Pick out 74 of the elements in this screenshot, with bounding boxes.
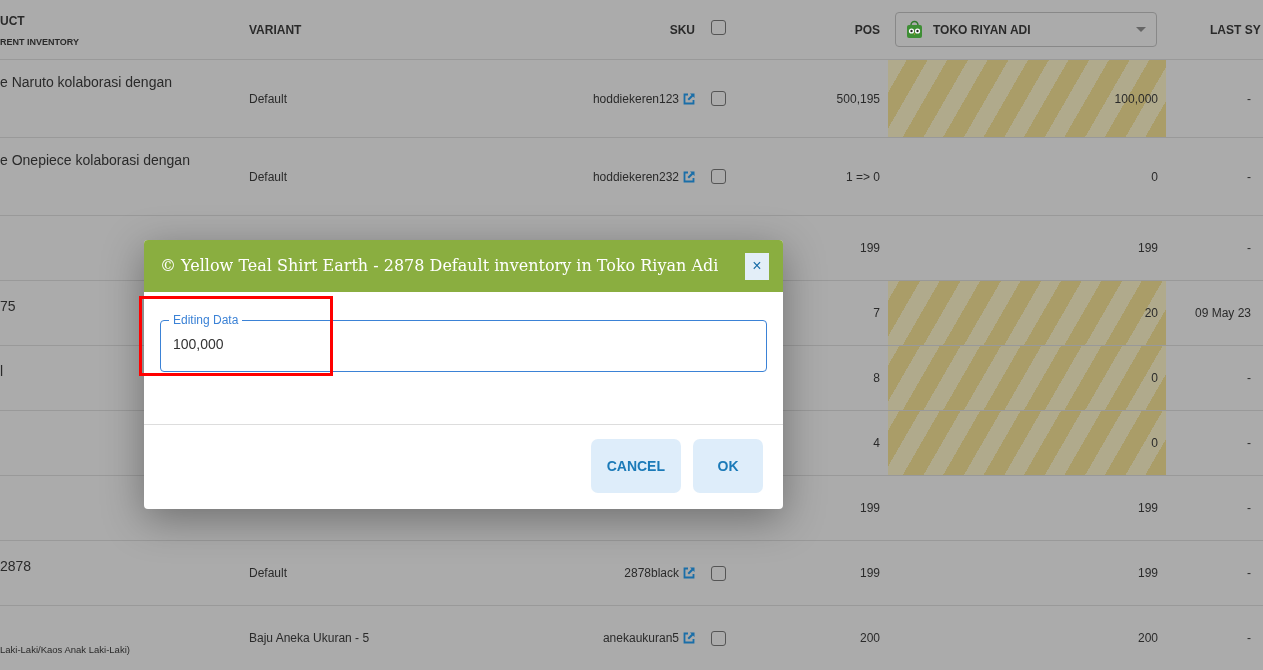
last-sync-text: - bbox=[1247, 630, 1251, 647]
field-label: Editing Data bbox=[172, 314, 240, 326]
close-button[interactable]: × bbox=[745, 252, 769, 280]
last-sync-text: - bbox=[1247, 168, 1251, 186]
store-stock: 20 bbox=[1144, 305, 1158, 322]
last-sync-text: - bbox=[1247, 370, 1251, 387]
last-sync-text: - bbox=[1247, 240, 1251, 257]
cancel-button[interactable]: CANCEL bbox=[590, 439, 681, 493]
store-stock: 0 bbox=[1151, 435, 1158, 452]
ok-button[interactable]: OK bbox=[693, 439, 763, 493]
variant-name: Default bbox=[249, 565, 288, 582]
input-field[interactable]: Editing Data 100,000 bbox=[160, 314, 767, 372]
shopping-bag-icon bbox=[906, 20, 923, 39]
highlighted-stock-cell[interactable]: 0 bbox=[888, 346, 1166, 411]
product-name: 75 bbox=[0, 297, 16, 316]
highlighted-stock-cell[interactable]: 100,000 bbox=[888, 60, 1166, 138]
external-link-icon[interactable] bbox=[683, 92, 695, 105]
pos-stock: 199 bbox=[859, 565, 880, 582]
store-stock: 199 bbox=[1137, 565, 1158, 582]
variant-name: Baju Aneka Ukuran - 5 bbox=[249, 630, 370, 647]
stock-cell[interactable]: 200 bbox=[888, 606, 1166, 670]
store-stock: 0 bbox=[1151, 370, 1158, 387]
checkbox[interactable] bbox=[711, 91, 726, 106]
product-name: e Onepiece kolaborasi dengan bbox=[0, 151, 190, 170]
value-input[interactable]: 100,000 bbox=[173, 326, 754, 363]
store-stock: 199 bbox=[1137, 500, 1158, 517]
pos-stock: 8 bbox=[873, 370, 880, 387]
variant-name: Default bbox=[249, 90, 288, 108]
product-name: l bbox=[0, 362, 4, 381]
sku-text: hoddiekeren232 bbox=[592, 168, 679, 186]
pos-stock: 500,195 bbox=[836, 90, 880, 108]
pos-stock: 1 => 0 bbox=[845, 168, 880, 186]
store-stock: 199 bbox=[1137, 240, 1158, 257]
last-sync-text: - bbox=[1247, 565, 1251, 582]
column-header: SKU bbox=[669, 21, 695, 39]
highlighted-stock-cell[interactable]: 0 bbox=[888, 411, 1166, 476]
external-link-icon[interactable] bbox=[683, 170, 695, 183]
pos-stock: 199 bbox=[859, 500, 880, 517]
checkbox[interactable] bbox=[711, 565, 726, 581]
last-sync-text: - bbox=[1247, 90, 1251, 108]
store-stock: 200 bbox=[1137, 630, 1158, 647]
product-name: e Naruto kolaborasi dengan bbox=[0, 73, 172, 92]
checkbox[interactable] bbox=[711, 169, 726, 184]
sku-text: 2878black bbox=[624, 565, 679, 582]
variant-name: Default bbox=[249, 168, 288, 186]
external-link-icon[interactable] bbox=[683, 632, 695, 644]
store-stock: 100,000 bbox=[1114, 90, 1158, 108]
checkbox[interactable] bbox=[711, 20, 726, 35]
caret-icon bbox=[1136, 27, 1146, 32]
pos-stock: 7 bbox=[873, 305, 880, 322]
column-subheader: RENT INVENTORY bbox=[0, 36, 79, 49]
stock-cell[interactable]: 199 bbox=[888, 541, 1166, 606]
last-sync-text: 09 May 23 bbox=[1194, 305, 1251, 322]
store-stock: 0 bbox=[1151, 168, 1158, 186]
dialog-title: © Yellow Teal Shirt Earth - 2878 Default inventory in Toko Riyan Adi bbox=[160, 255, 719, 277]
column-header: UCT bbox=[0, 13, 25, 30]
pos-stock: 200 bbox=[859, 630, 880, 647]
pos-stock: 4 bbox=[873, 435, 880, 452]
last-sync-text: - bbox=[1247, 500, 1251, 517]
column-header: LAST SY bbox=[1210, 21, 1261, 39]
sku-text: hoddiekeren123 bbox=[592, 90, 679, 108]
last-sync-text: - bbox=[1247, 435, 1251, 452]
pos-stock: 199 bbox=[859, 240, 880, 257]
external-link-icon[interactable] bbox=[683, 567, 695, 579]
store-dropdown[interactable]: TOKO RIYAN ADI bbox=[895, 12, 1157, 47]
column-header: POS bbox=[854, 21, 880, 39]
sku-text: anekaukuran5 bbox=[602, 630, 679, 647]
column-header: VARIANT bbox=[249, 21, 302, 39]
highlighted-stock-cell[interactable]: 20 bbox=[888, 281, 1166, 346]
stock-cell[interactable]: 0 bbox=[888, 138, 1166, 216]
product-name: 2878 bbox=[0, 557, 32, 576]
checkbox[interactable] bbox=[711, 630, 726, 646]
product-category: Laki-Laki/Kaos Anak Laki-Laki) bbox=[0, 643, 130, 657]
stock-cell[interactable]: 199 bbox=[888, 476, 1166, 541]
